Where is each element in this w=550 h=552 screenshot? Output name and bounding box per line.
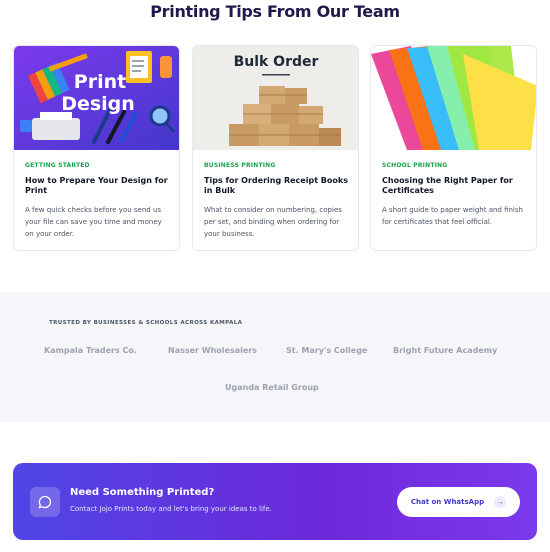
cta-heading: Need Something Printed? (70, 487, 215, 498)
tip-card[interactable]: SCHOOL PRINTING Choosing the Right Paper… (370, 45, 537, 251)
card-title[interactable]: How to Prepare Your Design for Print (25, 176, 169, 196)
partner-name: St. Mary's College (286, 346, 368, 355)
partner-name: Bright Future Academy (393, 346, 498, 355)
arrow-right-icon: → (494, 496, 507, 508)
tip-card[interactable]: Bulk Order BUSINESS PRINTING Tips for Or… (192, 45, 359, 251)
card-description: A few quick checks before you send us yo… (25, 206, 162, 238)
card-tag: SCHOOL PRINTING (382, 162, 448, 169)
card-description: What to consider on numbering, copies pe… (204, 206, 342, 238)
tips-cards: Print Design GETTING STARTED How to Prep… (13, 45, 537, 251)
whatsapp-chat-button[interactable]: Chat on WhatsApp → (397, 487, 520, 517)
trusted-label: TRUSTED BY BUSINESSES & SCHOOLS ACROSS K… (49, 320, 243, 326)
card-title[interactable]: Tips for Ordering Receipt Books in Bulk (204, 176, 348, 196)
card-image-bulk-order: Bulk Order (193, 46, 358, 150)
card-image-text: Bulk Order (234, 54, 319, 70)
card-tag: GETTING STARTED (25, 162, 90, 169)
partner-name: Uganda Retail Group (225, 383, 319, 392)
card-description: A short guide to paper weight and finish… (382, 206, 523, 226)
card-image-print-design: Print Design (14, 46, 179, 150)
whatsapp-button-label: Chat on WhatsApp (410, 498, 485, 506)
card-image-paper (371, 46, 536, 150)
card-title[interactable]: Choosing the Right Paper for Certificate… (382, 176, 526, 196)
card-tag: BUSINESS PRINTING (204, 162, 276, 169)
partner-name: Kampala Traders Co. (44, 346, 137, 355)
cta-subtext: Contact Jojo Prints today and let's brin… (70, 505, 272, 513)
section-title: Printing Tips From Our Team (150, 2, 400, 21)
chat-bubble-icon (30, 487, 60, 517)
tip-card[interactable]: Print Design GETTING STARTED How to Prep… (13, 45, 180, 251)
partner-name: Nasser Wholesalers (168, 346, 257, 355)
cta-banner: Need Something Printed? Contact Jojo Pri… (13, 463, 537, 540)
trusted-by-section: TRUSTED BY BUSINESSES & SCHOOLS ACROSS K… (0, 292, 550, 422)
card-image-text: Design (61, 93, 135, 115)
card-image-text: Print (74, 71, 126, 93)
